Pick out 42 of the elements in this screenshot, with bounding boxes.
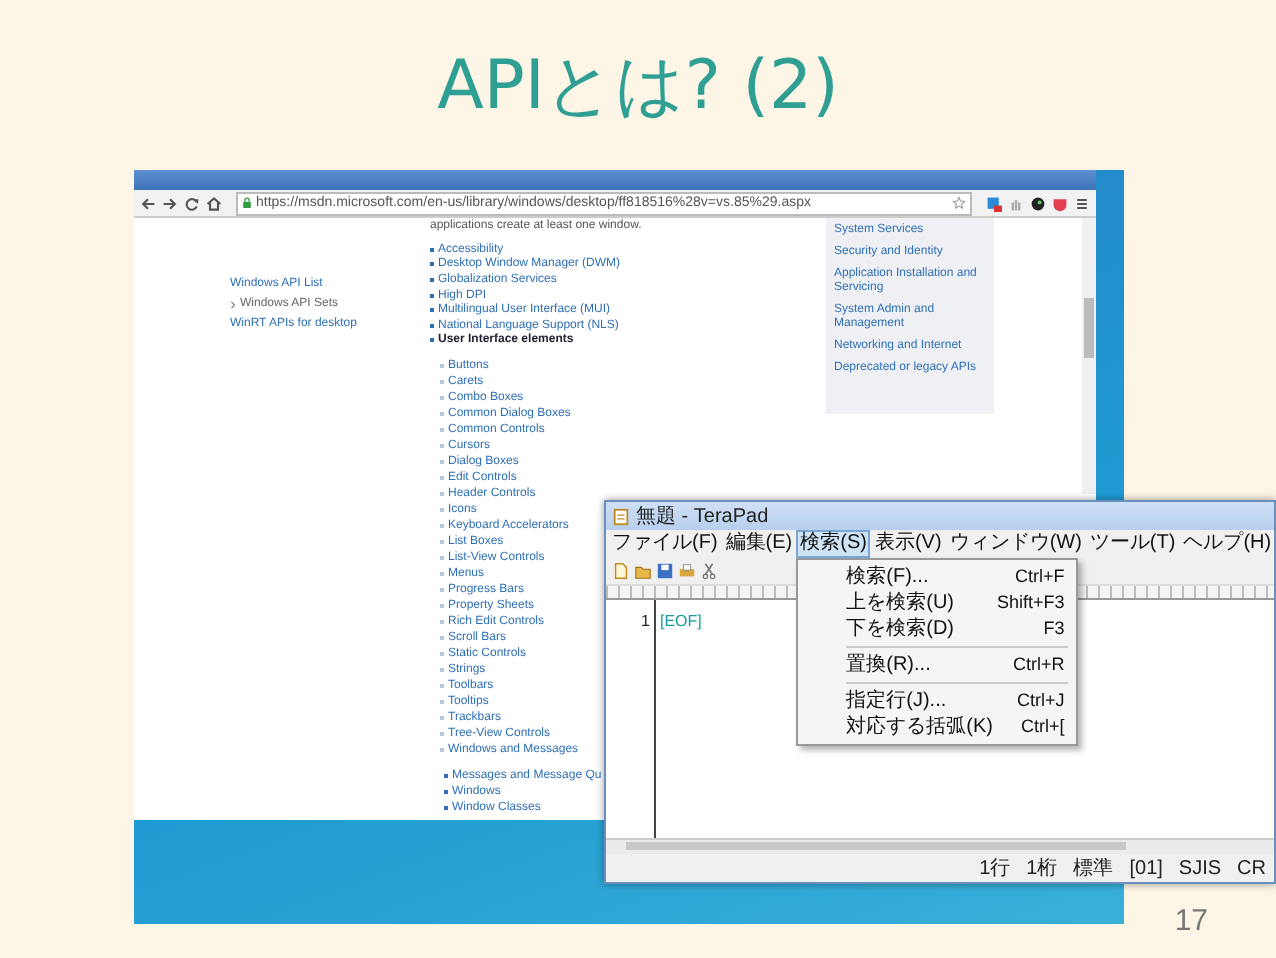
window-title: 無題 - TeraPad: [636, 504, 769, 530]
menu-item[interactable]: ウィンドウ(W): [945, 530, 1086, 558]
eof-mark: [EOF]: [660, 612, 702, 630]
menu-entry[interactable]: 下を検索(D) F3: [798, 616, 1077, 642]
line-number: 1: [641, 612, 650, 630]
menu-icon[interactable]: [1074, 195, 1090, 211]
forward-icon[interactable]: [162, 195, 178, 211]
circle-icon[interactable]: [1030, 195, 1046, 211]
status-text: 1桁: [1026, 855, 1058, 882]
menu-entry[interactable]: 置換(R)... Ctrl+R: [798, 652, 1077, 678]
print-icon[interactable]: [678, 562, 696, 580]
menu-item[interactable]: ツール(T): [1085, 530, 1180, 558]
status-text: CR: [1237, 857, 1266, 879]
home-icon[interactable]: [206, 195, 222, 211]
notepad-icon: [612, 507, 630, 525]
star-icon[interactable]: [952, 196, 966, 210]
menu-item[interactable]: ヘルプ(H): [1179, 530, 1276, 558]
lock-icon: [242, 196, 252, 210]
menu-item[interactable]: ファイル(F): [608, 530, 722, 558]
slide-title: APIとは? (2): [435, 43, 841, 129]
scrollbar[interactable]: [1082, 218, 1096, 494]
shield-icon[interactable]: [1052, 195, 1068, 211]
page-number: 17: [1174, 904, 1208, 938]
status-text: [01]: [1129, 857, 1163, 879]
status-text: 1行: [979, 856, 1011, 882]
scissors-icon[interactable]: [700, 562, 718, 580]
menu-item[interactable]: 編集(E): [721, 530, 797, 558]
status-text: 標準: [1073, 855, 1114, 882]
scrollbar[interactable]: [606, 838, 1274, 854]
chevron-icon: [230, 299, 236, 309]
menu-item[interactable]: 表示(V): [870, 530, 946, 558]
new-file-icon[interactable]: [612, 562, 630, 580]
save-icon[interactable]: [656, 562, 674, 580]
folder-icon[interactable]: [634, 562, 652, 580]
menu-entry[interactable]: 上を検索(U) Shift+F3: [798, 590, 1077, 616]
menu-entry[interactable]: 対応する括弧(K) Ctrl+[: [798, 714, 1077, 740]
extension-icon[interactable]: [986, 195, 1002, 211]
status-text: SJIS: [1178, 857, 1222, 879]
menu-entry[interactable]: 指定行(J)... Ctrl+J: [798, 688, 1077, 714]
back-icon[interactable]: [140, 195, 156, 211]
reload-icon[interactable]: [184, 195, 200, 211]
menu-item[interactable]: 検索(S): [796, 530, 871, 558]
